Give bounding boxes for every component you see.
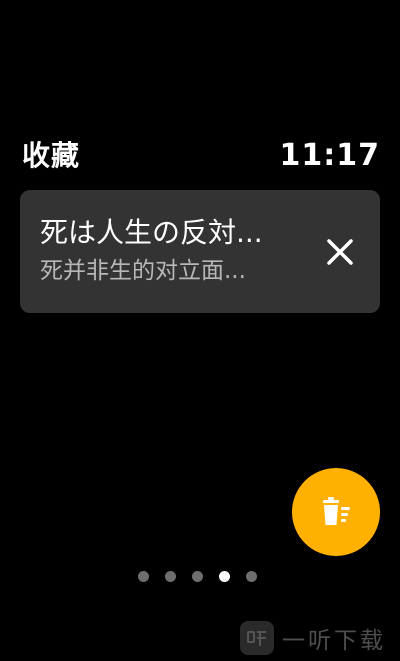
clock: 11:17 bbox=[279, 138, 380, 173]
page-title: 收藏 bbox=[22, 139, 81, 172]
page-dot[interactable] bbox=[165, 571, 176, 582]
header: 收藏 11:17 bbox=[22, 136, 380, 176]
page-dot[interactable] bbox=[138, 571, 149, 582]
watermark-text: 一听下载 bbox=[282, 628, 386, 654]
clear-all-button[interactable] bbox=[292, 468, 380, 556]
favorite-secondary-text: 死并非生的对立面... bbox=[40, 258, 246, 284]
favorite-card-text: 死は人生の反対... 死并非生的对立面... bbox=[40, 214, 310, 286]
close-icon bbox=[327, 239, 353, 265]
clear-all-icon bbox=[323, 497, 350, 525]
remove-favorite-button[interactable] bbox=[320, 232, 360, 272]
favorite-card[interactable]: 死は人生の反対... 死并非生的对立面... bbox=[20, 190, 380, 313]
watermark-logo-icon bbox=[240, 621, 274, 655]
page-dot-active[interactable] bbox=[219, 571, 230, 582]
page-dot[interactable] bbox=[192, 571, 203, 582]
favorite-primary-text: 死は人生の反対... bbox=[40, 216, 263, 249]
page-dot[interactable] bbox=[246, 571, 257, 582]
page-indicator bbox=[138, 571, 257, 583]
watermark: 一听下载 bbox=[240, 618, 386, 658]
